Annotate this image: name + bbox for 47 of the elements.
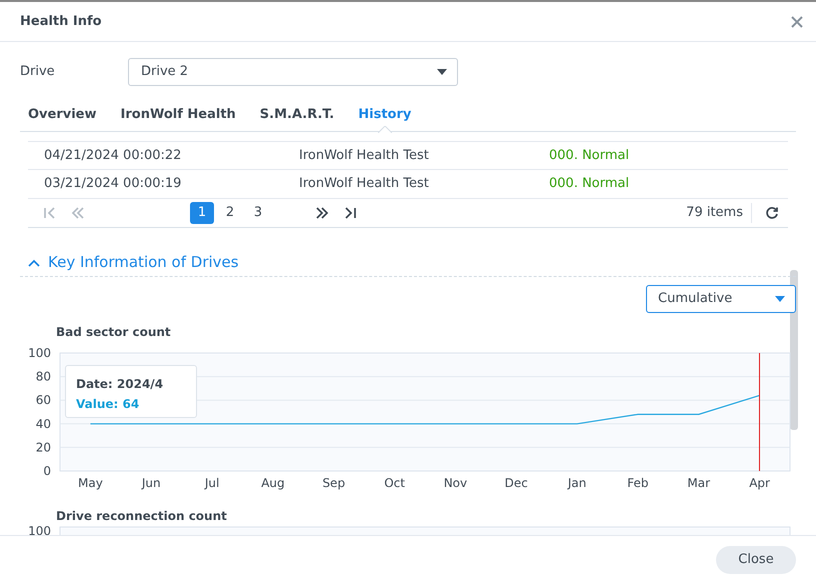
close-button[interactable]: Close [716, 546, 796, 574]
table-cell-text: 04/21/2024 00:00:22 [44, 146, 182, 165]
section-header[interactable]: Key Information of Drives [48, 251, 239, 274]
close-icon[interactable] [790, 14, 804, 28]
axis-tick-label: Jan [568, 476, 586, 490]
axis-tick-label: 100 [28, 525, 51, 535]
caret-icon [437, 69, 447, 75]
tooltip-value: Value: 64 [76, 396, 140, 413]
axis-tick-label: Oct [384, 476, 405, 490]
tooltip-date: Date: 2024/4 [76, 376, 164, 393]
dialog-title: Health Info [20, 12, 102, 31]
tab[interactable]: History [350, 98, 420, 132]
axis-tick-label: Jun [142, 476, 161, 490]
item-count: 79 items [686, 203, 752, 223]
table-cell-text: 000. Normal [549, 146, 630, 165]
axis-tick-label: 100 [28, 346, 51, 360]
mode-dropdown[interactable]: Cumulative [646, 285, 796, 313]
axis-tick-label: Feb [627, 476, 649, 490]
table-cell-text: IronWolf Health Test [299, 175, 430, 194]
axis-tick-label: Jul [204, 476, 220, 490]
tab[interactable]: IronWolf Health [112, 98, 244, 132]
collapse-icon[interactable] [28, 258, 40, 266]
axis-tick-label: Apr [749, 476, 770, 490]
drive-dropdown[interactable]: Drive 2 [128, 58, 458, 86]
page-button[interactable]: 2 [218, 202, 242, 224]
axis-tick-label: Mar [687, 476, 710, 490]
axis-tick-label: Dec [504, 476, 528, 490]
table-cell-text: IronWolf Health Test [299, 146, 430, 165]
drive-label: Drive [20, 63, 56, 82]
axis-tick-label: 80 [36, 370, 51, 384]
chart-title: Bad sector count [56, 324, 172, 341]
axis-tick-label: 0 [43, 464, 51, 478]
axis-tick-label: 20 [36, 440, 51, 454]
axis-tick-label: 60 [36, 393, 51, 408]
tab[interactable]: Overview [20, 98, 105, 132]
axis-tick-label: 40 [36, 416, 51, 431]
page-button[interactable]: 1 [190, 202, 214, 224]
chart-title: Drive reconnection count [56, 508, 228, 525]
axis-tick-label: Aug [261, 476, 285, 490]
tab[interactable]: S.M.A.R.T. [252, 98, 342, 132]
table-cell-text: 000. Normal [549, 175, 630, 194]
axis-tick-label: Sep [322, 476, 346, 490]
table-cell-text: 03/21/2024 00:00:19 [44, 175, 182, 194]
axis-tick-label: Nov [444, 476, 468, 490]
axis-tick-label: May [78, 476, 103, 490]
caret-icon [775, 296, 785, 302]
page-button[interactable]: 3 [246, 202, 270, 224]
